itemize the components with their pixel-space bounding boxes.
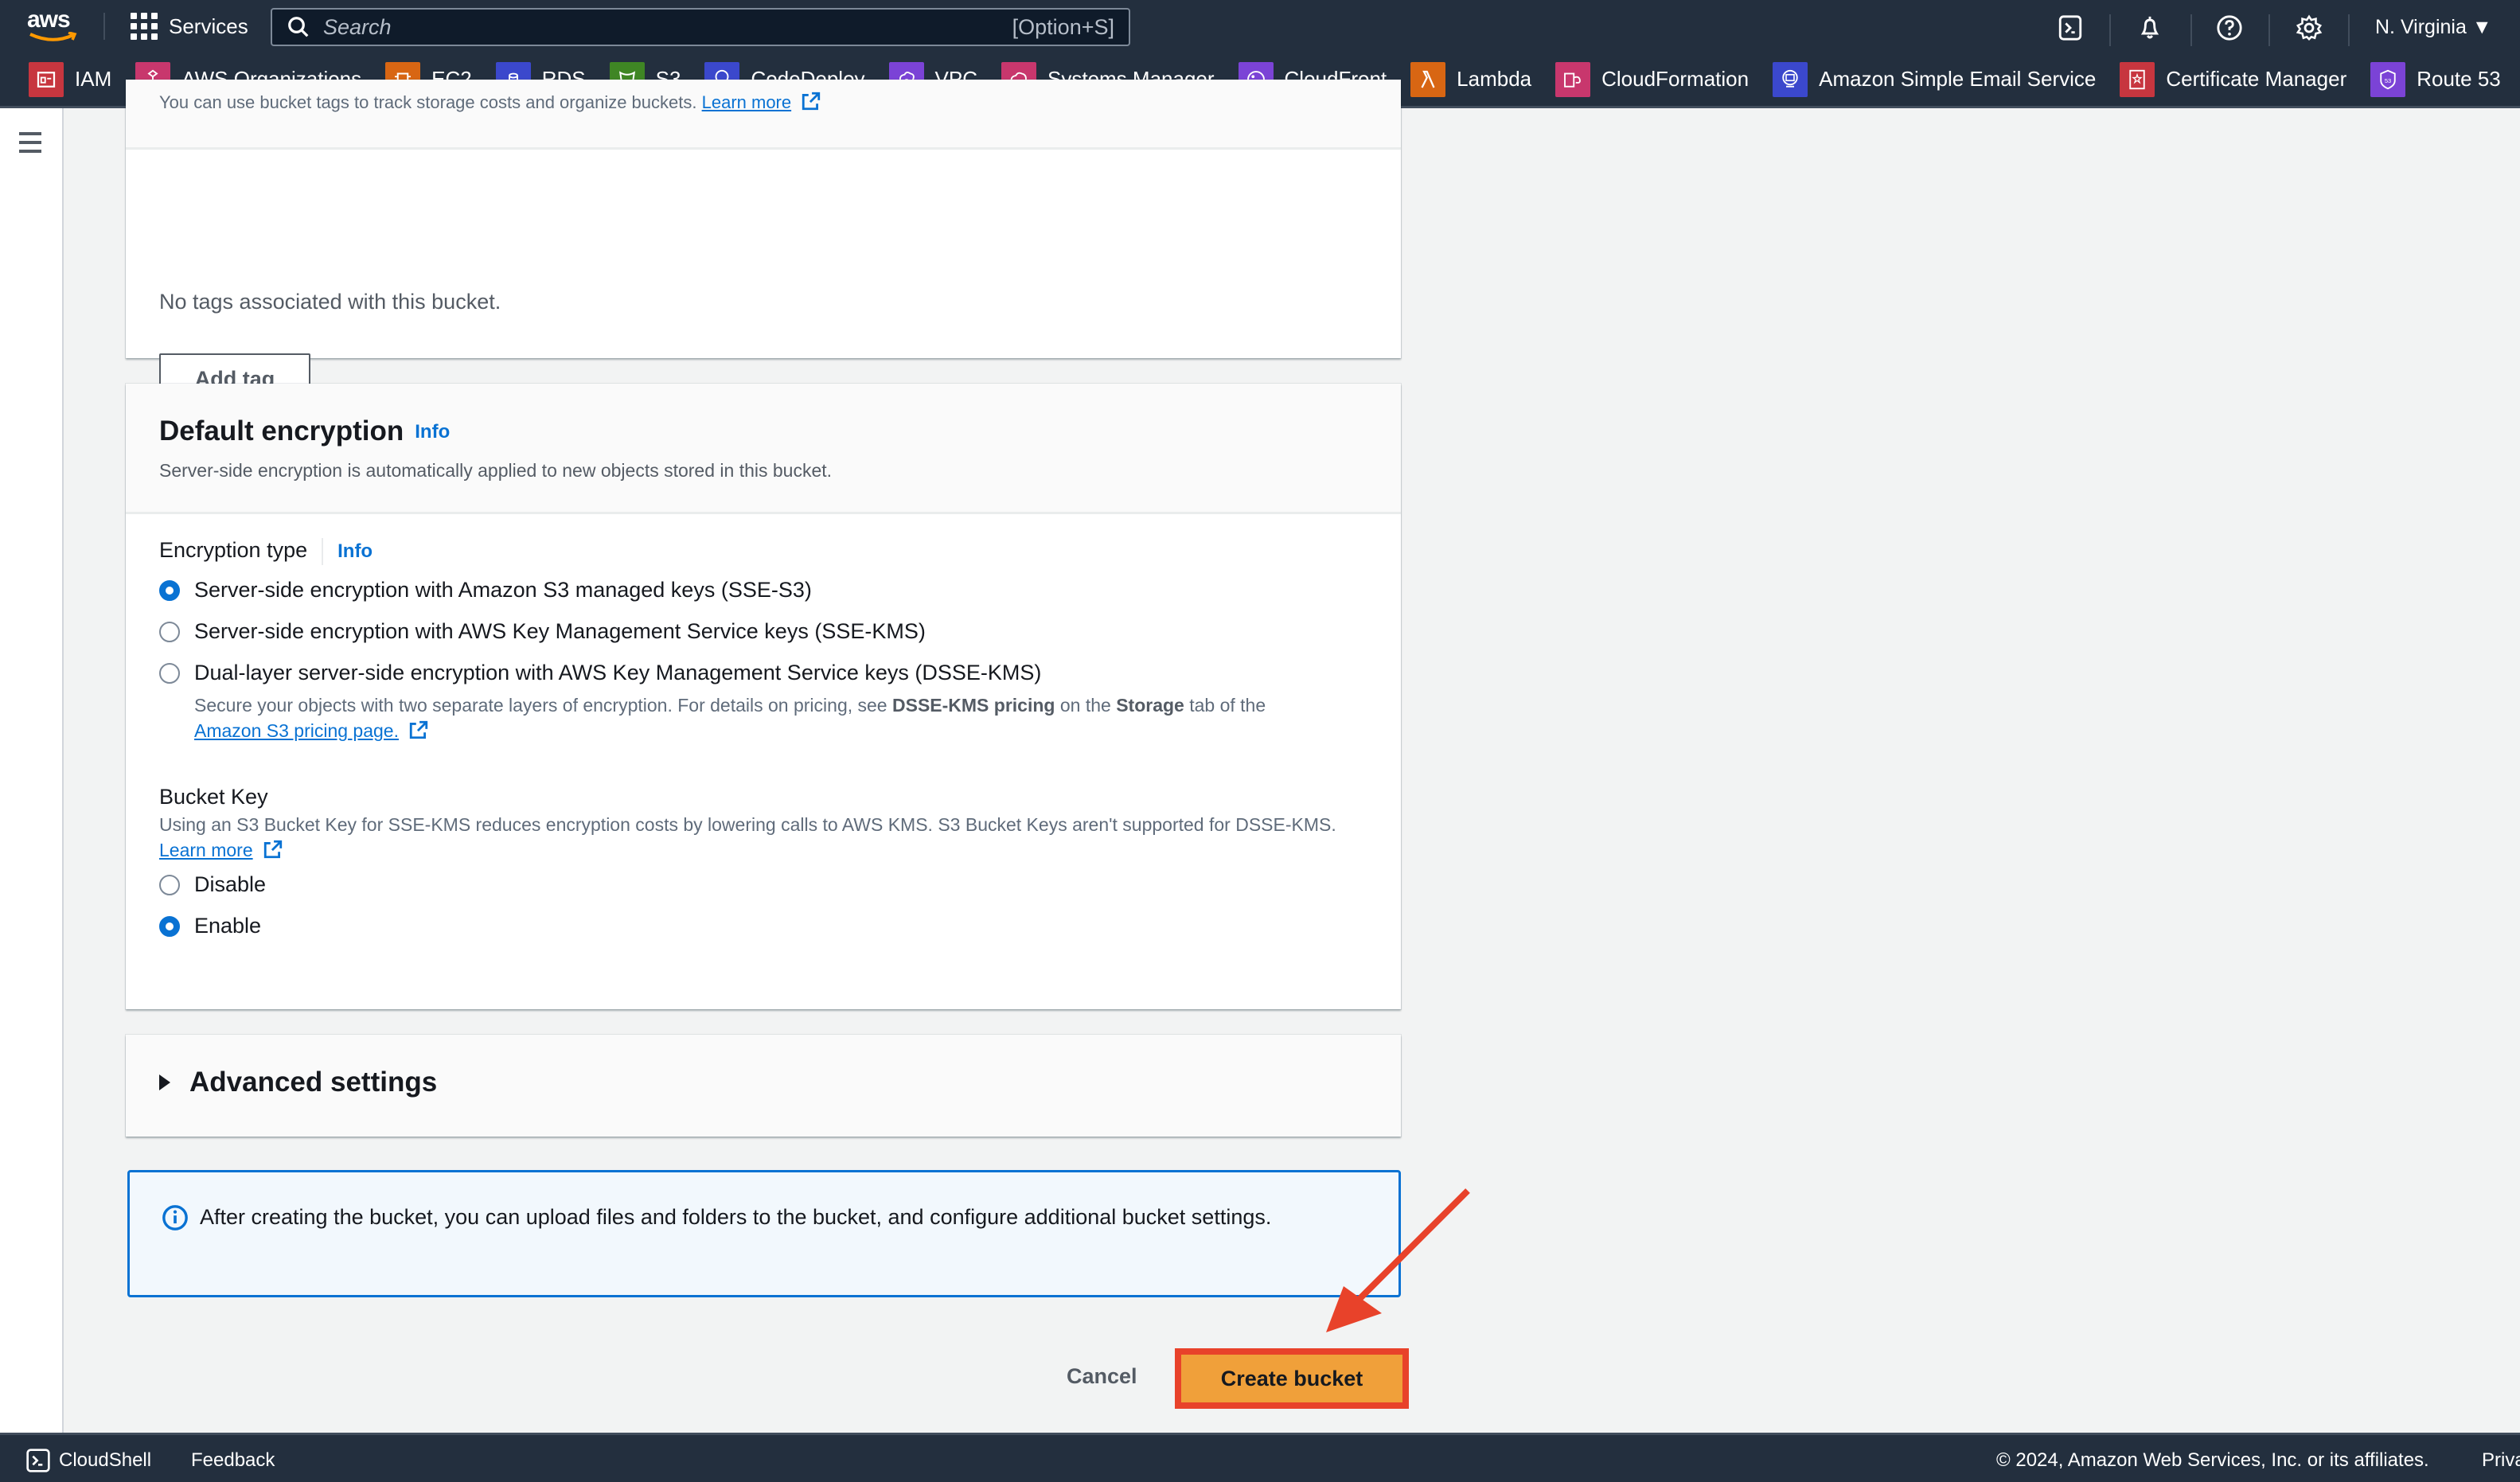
favorite-certificate-manager[interactable]: Certificate Manager [2120,61,2347,97]
label-divider [322,538,324,565]
radio-bucket-key-enable[interactable]: Enable [159,914,261,938]
advanced-settings-panel: Advanced settings [126,1035,1401,1137]
nav-divider [2190,14,2192,46]
favorite-label: Lambda [1457,67,1532,91]
external-link-icon [410,720,428,739]
privacy-link[interactable]: Priva [2482,1449,2520,1472]
top-navigation: aws Services [Option+S] N. Virginia ▼ [0,0,2520,53]
cloudformation-icon [1555,61,1591,97]
info-link[interactable]: Info [337,540,373,562]
svg-text:53: 53 [2385,76,2391,84]
feedback-link[interactable]: Feedback [191,1449,275,1472]
favorite-iam[interactable]: IAM [29,61,112,97]
radio-button[interactable] [159,874,180,895]
favorite-label: Certificate Manager [2166,67,2347,91]
section-description: Server-side encryption is automatically … [159,460,833,481]
search-shortcut-hint: [Option+S] [1012,14,1114,39]
radio-dsse-kms[interactable]: Dual-layer server-side encryption with A… [159,661,1041,685]
annotation-arrow-icon [1326,1188,1470,1332]
encryption-type-label: Encryption type Info [159,538,373,565]
favorite-label: Amazon Simple Email Service [1819,67,2097,91]
info-link[interactable]: Info [415,421,450,443]
favorite-amazon-simple-email-service[interactable]: Amazon Simple Email Service [1773,61,2097,97]
radio-sse-kms[interactable]: Server-side encryption with AWS Key Mana… [159,619,926,644]
menu-icon[interactable] [19,132,41,153]
favorite-cloudformation[interactable]: CloudFormation [1555,61,1750,97]
cloudshell-icon[interactable] [2057,14,2084,41]
s3-pricing-link[interactable]: Amazon S3 pricing page. [194,720,399,741]
iam-icon [29,61,64,97]
nav-divider [103,13,105,40]
external-link-icon [802,92,821,111]
bell-icon[interactable] [2136,14,2163,41]
region-selector[interactable]: N. Virginia ▼ [2375,16,2492,39]
nav-divider [2348,14,2350,46]
create-bucket-button[interactable]: Create bucket [1175,1348,1409,1409]
nav-divider [2268,14,2270,46]
aws-smile-icon [29,32,77,41]
copyright-text: © 2024, Amazon Web Services, Inc. or its… [1996,1449,2429,1471]
search-input[interactable] [323,14,1012,40]
help-icon[interactable] [2216,14,2243,41]
radio-button[interactable] [159,915,180,937]
caret-right-icon [159,1074,170,1090]
aws-logo-text: aws [27,6,71,33]
grid-icon [131,13,158,40]
advanced-settings-toggle[interactable]: Advanced settings [159,1067,437,1098]
section-title: Default encryption Info [159,415,451,447]
radio-button[interactable] [159,579,180,601]
services-menu-button[interactable]: Services [131,11,248,41]
lambda-icon [1410,61,1446,97]
radio-button[interactable] [159,621,180,642]
bucket-tags-header: You can use bucket tags to track storage… [126,80,1401,150]
side-navigation [0,108,64,1433]
aws-logo[interactable]: aws [27,8,80,45]
route53-icon: 53 [2370,61,2406,97]
bucket-tags-panel: You can use bucket tags to track storage… [126,80,1401,404]
dsse-kms-description: Secure your objects with two separate la… [194,695,1266,741]
favorite-route-53[interactable]: 53 Route 53 [2370,61,2501,97]
radio-bucket-key-disable[interactable]: Disable [159,872,266,897]
learn-more-link[interactable]: Learn more [702,92,792,112]
alert-message: After creating the bucket, you can uploa… [200,1205,1272,1229]
cancel-button[interactable]: Cancel [1067,1364,1137,1389]
settings-icon[interactable] [2296,14,2323,41]
bucket-key-label: Bucket Key [159,785,268,809]
info-icon [162,1205,188,1230]
bucket-tags-description: You can use bucket tags to track storage… [159,91,821,113]
default-encryption-header: Default encryption Info Server-side encry… [126,384,1401,514]
favorite-lambda[interactable]: Lambda [1410,61,1532,97]
certificate-manager-icon [2120,61,2155,97]
default-encryption-panel: Default encryption Info Server-side encry… [126,384,1401,1009]
cloudshell-icon [26,1449,50,1472]
search-box[interactable]: [Option+S] [271,8,1130,46]
ses-icon [1773,61,1808,97]
no-tags-message: No tags associated with this bucket. [159,290,501,314]
radio-sse-s3[interactable]: Server-side encryption with Amazon S3 ma… [159,578,812,603]
footer: CloudShell Feedback © 2024, Amazon Web S… [0,1433,2520,1482]
learn-more-link[interactable]: Learn more [159,840,253,860]
radio-button[interactable] [159,662,180,684]
cloudshell-button[interactable]: CloudShell [25,1448,151,1473]
favorite-label: Route 53 [2417,67,2501,91]
favorite-label: IAM [75,67,112,91]
services-label: Services [169,14,248,38]
search-icon [288,17,309,37]
nav-divider [2109,14,2111,46]
external-link-icon [263,840,283,859]
bucket-key-description: Using an S3 Bucket Key for SSE-KMS reduc… [159,814,1336,860]
favorite-label: CloudFormation [1601,67,1750,91]
info-alert: After creating the bucket, you can uploa… [127,1170,1401,1297]
